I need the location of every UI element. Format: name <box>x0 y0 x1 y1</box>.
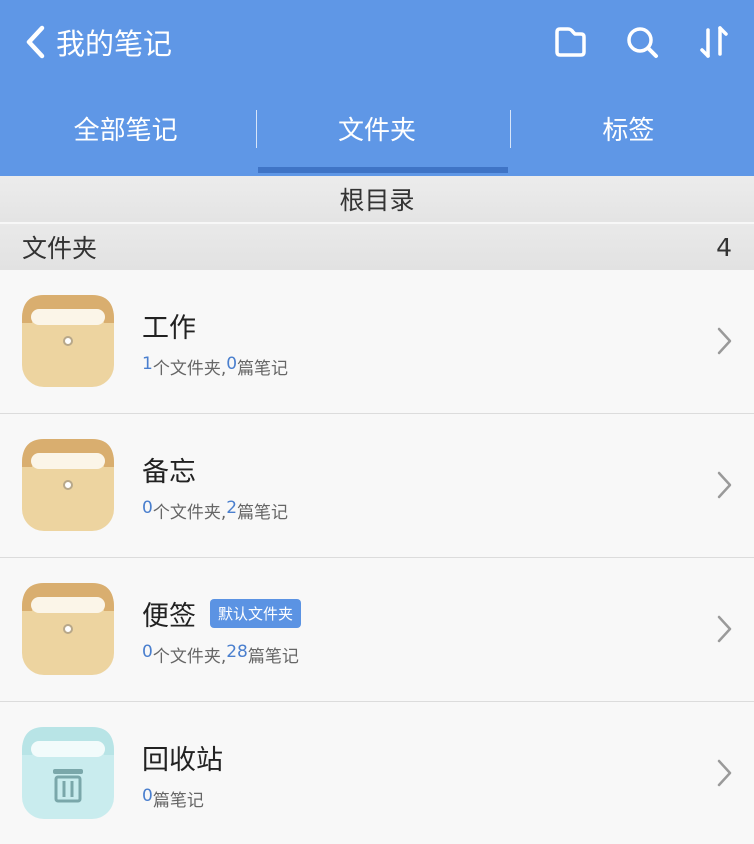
trash-icon <box>22 727 114 819</box>
app: 我的笔记 全部笔记 文件夹 标签 根目录 文件夹 4 工作 1 个文件夹, 0 … <box>0 0 754 844</box>
section-header: 文件夹 4 <box>0 224 754 270</box>
back-button[interactable]: 我的笔记 <box>22 22 172 66</box>
list-item[interactable]: 便签 默认文件夹 0 个文件夹, 28 篇笔记 <box>0 558 754 702</box>
folder-name: 备忘 <box>142 457 196 488</box>
breadcrumb-label: 根目录 <box>339 186 415 215</box>
folder-icon <box>552 24 588 64</box>
sort-button[interactable] <box>696 24 732 64</box>
tab-label: 文件夹 <box>337 115 416 146</box>
chevron-right-icon <box>714 613 734 645</box>
chevron-right-icon <box>714 757 734 789</box>
folder-name: 工作 <box>142 313 196 344</box>
list-item[interactable]: 回收站 0 篇笔记 <box>0 702 754 844</box>
default-folder-badge: 默认文件夹 <box>210 599 302 628</box>
chevron-left-icon <box>22 22 48 66</box>
tab-tags[interactable]: 标签 <box>503 92 754 176</box>
tab-all-notes[interactable]: 全部笔记 <box>0 92 251 176</box>
folder-icon <box>22 295 114 387</box>
section-count: 4 <box>716 232 732 262</box>
sort-icon <box>696 24 732 64</box>
list-item[interactable]: 工作 1 个文件夹, 0 篇笔记 <box>0 270 754 414</box>
search-icon <box>624 24 660 64</box>
folder-list: 工作 1 个文件夹, 0 篇笔记 备忘 0 个文件夹, 2 篇笔记 便签 默认文… <box>0 270 754 844</box>
new-folder-button[interactable] <box>552 24 588 64</box>
tab-bar: 全部笔记 文件夹 标签 <box>0 92 754 176</box>
header: 我的笔记 全部笔记 文件夹 标签 <box>0 0 754 176</box>
folder-name: 便签 <box>142 601 196 632</box>
active-tab-indicator <box>258 167 508 173</box>
top-bar: 我的笔记 <box>0 0 754 92</box>
tab-divider <box>256 110 257 148</box>
chevron-right-icon <box>714 469 734 501</box>
folder-meta: 0 个文件夹, 28 篇笔记 <box>142 642 299 667</box>
tab-label: 标签 <box>602 115 655 146</box>
folder-meta: 0 篇笔记 <box>142 786 204 811</box>
search-button[interactable] <box>624 24 660 64</box>
folder-meta: 0 个文件夹, 2 篇笔记 <box>142 498 289 523</box>
breadcrumb[interactable]: 根目录 <box>0 176 754 222</box>
list-item[interactable]: 备忘 0 个文件夹, 2 篇笔记 <box>0 414 754 558</box>
folder-name: 回收站 <box>142 745 223 776</box>
chevron-right-icon <box>714 325 734 357</box>
section-title: 文件夹 <box>22 234 98 263</box>
tab-label: 全部笔记 <box>73 115 178 146</box>
folder-icon <box>22 583 114 675</box>
tab-folders[interactable]: 文件夹 <box>251 92 502 176</box>
page-title: 我的笔记 <box>56 27 173 61</box>
tab-divider <box>510 110 511 148</box>
folder-icon <box>22 439 114 531</box>
folder-meta: 1 个文件夹, 0 篇笔记 <box>142 354 289 379</box>
